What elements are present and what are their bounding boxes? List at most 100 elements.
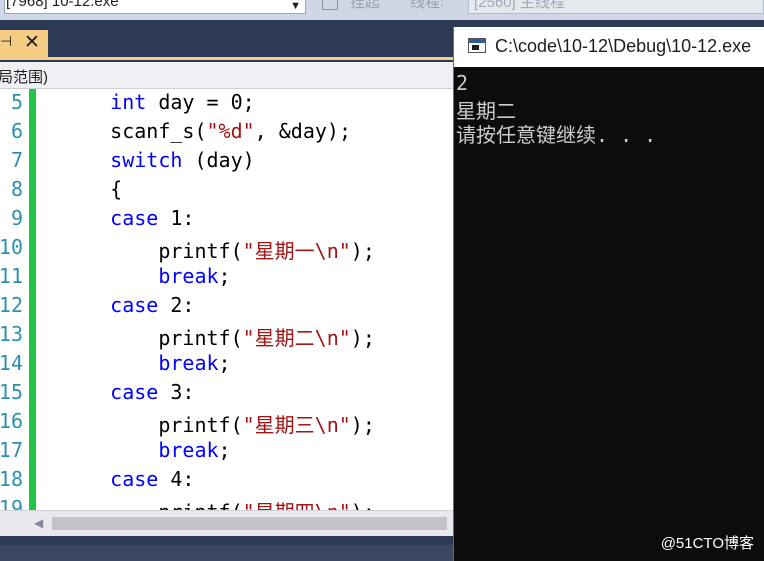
console-window[interactable]: C:\code\10-12\Debug\10-12.exe 2 星期二 请按任意键继… xyxy=(453,27,764,561)
code-line[interactable]: 7 switch (day) xyxy=(0,147,455,176)
code-text: printf("星期四\n"); xyxy=(62,496,375,510)
suspend-button-label[interactable]: 挂起 xyxy=(350,0,380,12)
console-app-icon xyxy=(468,38,486,53)
watermark: @51CTO博客 xyxy=(660,535,754,552)
keyword-token: int xyxy=(110,90,147,114)
code-line[interactable]: 5 int day = 0; xyxy=(0,89,455,118)
code-token: 2: xyxy=(158,293,195,317)
line-number: 15 xyxy=(0,380,23,404)
line-number: 13 xyxy=(0,322,23,346)
code-line[interactable]: 13 printf("星期二\n"); xyxy=(0,321,455,350)
code-text: break; xyxy=(62,351,231,375)
line-number: 18 xyxy=(0,467,23,491)
code-line[interactable]: 16 printf("星期三\n"); xyxy=(0,408,455,437)
code-line[interactable]: 12 case 2: xyxy=(0,292,455,321)
code-text: printf("星期一\n"); xyxy=(62,235,375,264)
code-token: 1: xyxy=(158,206,195,230)
keyword-token: case xyxy=(110,467,159,491)
code-text: switch (day) xyxy=(62,148,255,172)
code-token: scanf_s( xyxy=(62,119,207,143)
code-line[interactable]: 14 break; xyxy=(0,350,455,379)
line-number: 6 xyxy=(10,119,23,143)
code-token: day = 0; xyxy=(146,90,255,114)
code-line[interactable]: 19 printf("星期四\n"); xyxy=(0,495,455,510)
code-text: case 4: xyxy=(62,467,194,491)
code-token: 3: xyxy=(158,380,195,404)
scrollbar-thumb[interactable] xyxy=(52,517,447,530)
horizontal-scrollbar[interactable]: ◀ xyxy=(0,510,455,536)
keyword-token: switch xyxy=(110,148,183,172)
console-output-line: 2 xyxy=(456,71,469,95)
close-icon[interactable]: ✕ xyxy=(24,31,40,54)
console-title-bar[interactable]: C:\code\10-12\Debug\10-12.exe xyxy=(454,27,764,67)
code-text: case 3: xyxy=(62,380,194,404)
string-token: "%d" xyxy=(206,119,255,143)
line-number: 5 xyxy=(10,90,23,114)
scope-navigation-bar[interactable]: 局范围) xyxy=(0,62,455,89)
debug-toolbar: ▼ [7968] 10-12.exe 挂起 线程: [2560] 主线程 xyxy=(0,0,764,20)
pin-icon[interactable]: ⊣ xyxy=(0,33,12,50)
code-token: { xyxy=(62,177,123,201)
scope-dropdown-value: 局范围) xyxy=(0,69,48,86)
code-line[interactable]: 17 break; xyxy=(0,437,455,466)
code-line[interactable]: 11 break; xyxy=(0,263,455,292)
code-editor[interactable]: 5 int day = 0; 6 scanf_s("%d", &day); 7 sw… xyxy=(0,89,455,510)
code-token: printf( xyxy=(62,413,243,437)
code-token: printf( xyxy=(62,326,243,350)
code-token: printf( xyxy=(62,239,243,263)
string-token: "星期四\n" xyxy=(243,500,351,510)
process-dropdown-value: [7968] 10-12.exe xyxy=(6,0,119,10)
line-number: 8 xyxy=(10,177,23,201)
line-number: 11 xyxy=(0,264,23,288)
string-token: "星期一\n" xyxy=(242,239,351,263)
line-number: 19 xyxy=(0,496,23,510)
code-text: printf("星期二\n"); xyxy=(62,322,375,351)
code-text: printf("星期三\n"); xyxy=(62,409,375,438)
keyword-token: break xyxy=(158,351,219,375)
code-token: 4: xyxy=(158,467,195,491)
code-token: printf( xyxy=(62,500,242,510)
bottom-panel xyxy=(0,545,455,561)
console-output: 2 星期二 请按任意键继续. . . xyxy=(454,71,764,511)
keyword-token: case xyxy=(110,380,159,404)
code-line[interactable]: 15 case 3: xyxy=(0,379,455,408)
code-text: { xyxy=(62,177,122,201)
code-line[interactable]: 6 scanf_s("%d", &day); xyxy=(0,118,455,147)
chevron-down-icon[interactable]: ▼ xyxy=(290,0,301,12)
code-token: ; xyxy=(218,351,231,375)
code-text: case 2: xyxy=(62,293,194,317)
console-title: C:\code\10-12\Debug\10-12.exe xyxy=(495,36,752,56)
console-output-line: 请按任意键继续. . . xyxy=(456,123,657,147)
code-token: ); xyxy=(350,413,375,437)
line-number: 9 xyxy=(10,206,23,230)
keyword-token: break xyxy=(158,264,219,288)
line-number: 17 xyxy=(0,438,23,462)
line-number: 12 xyxy=(0,293,23,317)
suspend-icon[interactable] xyxy=(322,0,338,10)
code-token: (day) xyxy=(182,148,255,172)
string-token: "星期三\n" xyxy=(242,413,351,437)
code-line[interactable]: 10 printf("星期一\n"); xyxy=(0,234,455,263)
keyword-token: case xyxy=(110,293,159,317)
source-file-tab[interactable]: ⊣ ✕ xyxy=(0,30,48,57)
code-line[interactable]: 8 { xyxy=(0,176,455,205)
thread-dropdown-value: [2560] 主线程 xyxy=(474,0,565,11)
line-number: 10 xyxy=(0,235,23,259)
keyword-token: case xyxy=(110,206,159,230)
code-line[interactable]: 9 case 1: xyxy=(0,205,455,234)
code-token: ); xyxy=(350,326,375,350)
line-number: 16 xyxy=(0,409,23,433)
code-token: ); xyxy=(351,500,375,510)
scroll-left-icon[interactable]: ◀ xyxy=(34,516,43,530)
code-text: scanf_s("%d", &day); xyxy=(62,119,351,143)
code-line[interactable]: 18 case 4: xyxy=(0,466,455,495)
